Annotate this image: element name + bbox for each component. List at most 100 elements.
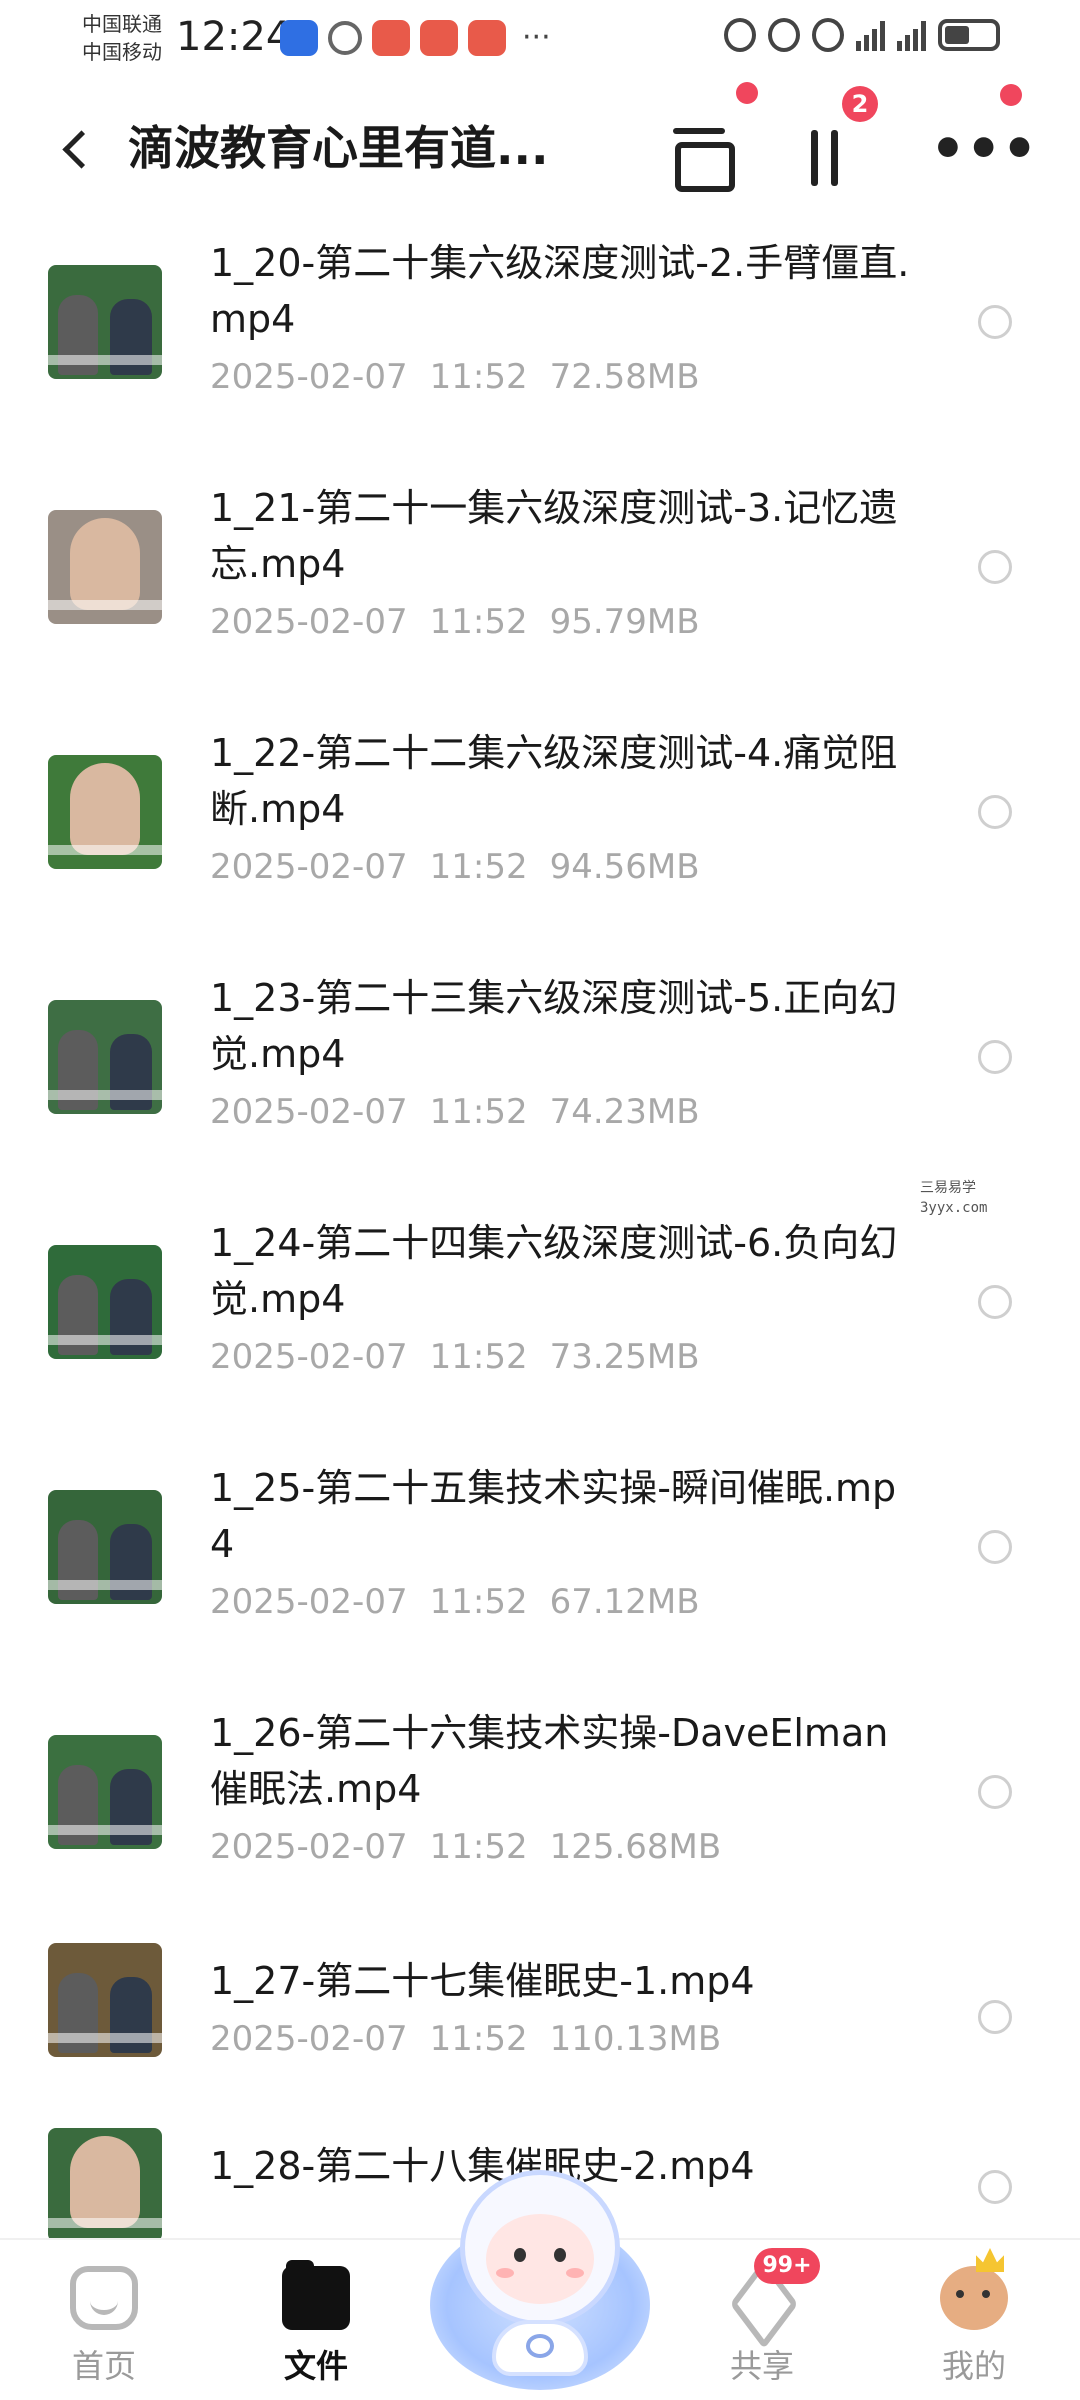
nav-share-label: 共享	[729, 2347, 794, 2385]
file-meta: 2025-02-07 11:52 73.25MB	[210, 1333, 700, 1381]
file-time: 11:52	[429, 1827, 528, 1867]
file-time: 11:52	[429, 847, 528, 887]
app-notification-icon	[420, 20, 458, 56]
signal-icon	[856, 19, 885, 51]
home-icon	[70, 2266, 138, 2330]
assistant-mascot-button[interactable]	[430, 2170, 650, 2390]
file-date: 2025-02-07	[210, 1827, 408, 1867]
back-button[interactable]	[50, 120, 110, 180]
file-date: 2025-02-07	[210, 1582, 408, 1622]
notification-icons: ···	[280, 20, 551, 56]
transfer-count-badge: 2	[842, 86, 878, 122]
file-name: 1_21-第二十一集六级深度测试-3.记忆遗忘.mp4	[210, 486, 898, 586]
watermark-line-2: 3yyx.com	[920, 1200, 988, 1216]
file-name: 1_22-第二十二集六级深度测试-4.痛觉阻断.mp4	[210, 731, 898, 831]
app-notification-icon	[372, 20, 410, 56]
select-checkbox[interactable]	[978, 305, 1012, 339]
battery-icon	[938, 19, 1000, 51]
app-notification-icon	[468, 20, 506, 56]
file-name: 1_24-第二十四集六级深度测试-6.负向幻觉.mp4	[210, 1221, 898, 1321]
file-meta: 2025-02-07 11:52 72.58MB	[210, 353, 700, 401]
signal-icon	[897, 19, 926, 51]
folder-icon	[282, 2260, 350, 2330]
file-date: 2025-02-07	[210, 1092, 408, 1132]
file-date: 2025-02-07	[210, 2019, 408, 2059]
video-thumbnail	[48, 1000, 162, 1114]
file-date: 2025-02-07	[210, 602, 408, 642]
nav-home[interactable]: 首页	[34, 2260, 174, 2390]
file-meta: 2025-02-07 11:52 94.56MB	[210, 843, 700, 891]
app-notification-icon	[280, 20, 318, 56]
archive-notification-dot	[736, 82, 758, 104]
watermark: 三易易学 3yyx.com	[920, 1178, 987, 1218]
hotspot-icon	[812, 18, 844, 52]
select-checkbox[interactable]	[978, 2000, 1012, 2034]
more-menu-button[interactable]: •••	[930, 120, 1037, 190]
watermark-line-1: 三易易学	[920, 1180, 976, 1196]
file-meta: 2025-02-07 11:52 110.13MB	[210, 2015, 721, 2063]
video-thumbnail	[48, 755, 162, 869]
file-time: 11:52	[429, 602, 528, 642]
top-bar: 滴波教育心里有道... •••	[0, 100, 1080, 200]
video-thumbnail	[48, 510, 162, 624]
video-thumbnail	[48, 1490, 162, 1604]
file-meta: 2025-02-07 11:52 74.23MB	[210, 1088, 700, 1136]
app-notification-icon	[328, 21, 362, 55]
alarm-icon	[724, 18, 756, 52]
system-icons	[724, 18, 1000, 52]
file-size: 125.68MB	[549, 1827, 722, 1867]
nav-home-label: 首页	[71, 2347, 136, 2385]
file-size: 67.12MB	[549, 1582, 700, 1622]
transfer-button[interactable]	[795, 120, 865, 190]
file-name: 1_27-第二十七集催眠史-1.mp4	[210, 1959, 755, 2003]
status-time: 12:24	[176, 14, 292, 60]
file-size: 110.13MB	[549, 2019, 722, 2059]
bluetooth-icon	[768, 18, 800, 52]
file-meta: 2025-02-07 11:52 95.79MB	[210, 598, 700, 646]
archive-button[interactable]	[665, 120, 735, 192]
select-checkbox[interactable]	[978, 2170, 1012, 2204]
file-meta: 2025-02-07 11:52 125.68MB	[210, 1823, 721, 1871]
video-thumbnail	[48, 1245, 162, 1359]
nav-share[interactable]: 99+ 共享	[692, 2248, 832, 2390]
nav-files[interactable]: 文件	[246, 2260, 386, 2390]
file-name: 1_20-第二十集六级深度测试-2.手臂僵直.mp4	[210, 241, 910, 341]
page-title: 滴波教育心里有道...	[128, 121, 549, 175]
carrier-info: 中国联通 中国移动	[82, 10, 162, 66]
carrier-1: 中国联通	[82, 12, 162, 36]
select-checkbox[interactable]	[978, 550, 1012, 584]
mascot-eye	[554, 2248, 566, 2262]
file-date: 2025-02-07	[210, 847, 408, 887]
file-time: 11:52	[429, 1092, 528, 1132]
select-checkbox[interactable]	[978, 795, 1012, 829]
file-date: 2025-02-07	[210, 1337, 408, 1377]
select-checkbox[interactable]	[978, 1775, 1012, 1809]
app-screen: 中国联通 中国移动 12:24 ··· 滴波教育心里有道... ••• 2 1_…	[0, 0, 1080, 2400]
file-size: 72.58MB	[549, 357, 700, 397]
file-size: 95.79MB	[549, 602, 700, 642]
avatar-icon	[940, 2266, 1008, 2330]
video-thumbnail	[48, 265, 162, 379]
file-meta: 2025-02-07 11:52 67.12MB	[210, 1578, 700, 1626]
file-size: 94.56MB	[549, 847, 700, 887]
more-notification-dot	[1000, 84, 1022, 106]
file-size: 73.25MB	[549, 1337, 700, 1377]
mascot-cheek	[496, 2268, 514, 2278]
select-checkbox[interactable]	[978, 1530, 1012, 1564]
nav-files-label: 文件	[283, 2347, 348, 2385]
nav-me[interactable]: 我的	[904, 2248, 1044, 2390]
mascot-eye	[514, 2248, 526, 2262]
select-checkbox[interactable]	[978, 1285, 1012, 1319]
status-bar: 中国联通 中国移动 12:24 ···	[0, 0, 1080, 80]
video-thumbnail	[48, 1943, 162, 2057]
video-thumbnail	[48, 1735, 162, 1849]
video-thumbnail	[48, 2128, 162, 2242]
carrier-2: 中国移动	[82, 40, 162, 64]
mascot-face	[486, 2214, 594, 2304]
file-time: 11:52	[429, 1337, 528, 1377]
select-checkbox[interactable]	[978, 1040, 1012, 1074]
share-count-badge: 99+	[754, 2248, 820, 2284]
file-time: 11:52	[429, 357, 528, 397]
file-time: 11:52	[429, 1582, 528, 1622]
file-name: 1_26-第二十六集技术实操-DaveElman催眠法.mp4	[210, 1711, 889, 1811]
